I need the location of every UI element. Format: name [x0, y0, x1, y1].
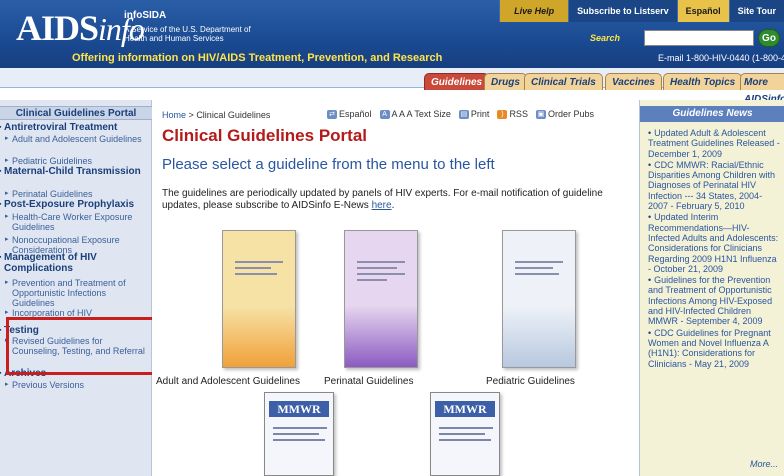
adult-adolescent-guideline-caption[interactable]: Adult and Adolescent Guidelines	[156, 376, 300, 387]
site-header: AIDSinfo infoSIDA A Service of the U.S. …	[0, 0, 784, 68]
sidebar-item-adult-adolescent[interactable]: ▸ Adult and Adolescent Guidelines	[5, 134, 150, 144]
breadcrumb-current: Clinical Guidelines	[196, 110, 271, 120]
tab-drugs[interactable]: Drugs	[484, 73, 527, 90]
sidebar: Clinical Guidelines Portal ▪ Antiretrovir…	[0, 100, 152, 476]
news-item[interactable]: • CDC MMWR: Racial/Ethnic Disparities Amo…	[648, 160, 780, 211]
mmwr-masthead: MMWR	[435, 401, 495, 417]
adult-adolescent-guideline-cover[interactable]	[222, 230, 296, 368]
news-item[interactable]: • Guidelines for the Prevention and Treat…	[648, 275, 780, 326]
tab-health-topics[interactable]: Health Topics	[663, 73, 743, 90]
page-subheading: Please select a guideline from the menu …	[162, 156, 495, 173]
sidebar-title[interactable]: Clinical Guidelines Portal	[0, 106, 152, 120]
news-item[interactable]: • CDC Guidelines for Pregnant Women and N…	[648, 328, 780, 369]
news-item[interactable]: • Updated Adult & Adolescent Treatment Gu…	[648, 128, 780, 159]
print-icon: ▤	[458, 109, 469, 119]
news-item[interactable]: • Updated Interim Recommendations—HIV-Inf…	[648, 212, 780, 274]
search-input[interactable]	[644, 30, 754, 46]
tab-clinical-trials[interactable]: Clinical Trials	[524, 73, 603, 90]
site-tagline: Offering information on HIV/AIDS Treatme…	[72, 52, 443, 64]
hhs-service-line: A Service of the U.S. Department of Heal…	[124, 25, 251, 43]
main-content: Home > Clinical Guidelines ⇄ Español AA A…	[152, 100, 639, 476]
subscribe-listserv-link[interactable]: Subscribe to Listserv	[568, 0, 677, 22]
sidebar-item-pediatric[interactable]: ▸ Pediatric Guidelines	[5, 156, 150, 166]
mmwr-cover-2[interactable]: MMWR	[430, 392, 500, 476]
tab-guidelines[interactable]: Guidelines	[424, 73, 490, 90]
phone-number: 1-800-HIV-0440 (1-800-448-0440)	[686, 53, 784, 63]
perinatal-guideline-caption[interactable]: Perinatal Guidelines	[324, 376, 414, 387]
tab-vaccines[interactable]: Vaccines	[605, 73, 662, 90]
espanol-link[interactable]: Español	[676, 0, 729, 22]
espanol-tool[interactable]: ⇄ Español	[327, 109, 372, 119]
rss-tool[interactable]: ) RSS	[497, 109, 528, 119]
guidelines-news-header: Guidelines News	[640, 106, 784, 122]
breadcrumb-home[interactable]: Home	[162, 110, 186, 120]
order-pubs-tool[interactable]: ▣ Order Pubs	[535, 109, 594, 119]
language-icon: ⇄	[327, 109, 337, 119]
subscribe-here-link[interactable]: here	[372, 200, 392, 211]
pediatric-guideline-caption[interactable]: Pediatric Guidelines	[486, 376, 575, 387]
text-size-tool[interactable]: AA A A Text Size	[379, 109, 451, 119]
intro-paragraph: The guidelines are periodically updated …	[162, 188, 603, 211]
news-more-link[interactable]: More...	[750, 459, 778, 469]
sidebar-item-previous-versions[interactable]: ▸ Previous Versions	[5, 380, 150, 390]
rss-icon: )	[497, 109, 508, 119]
page: AIDSinfo infoSIDA A Service of the U.S. …	[0, 0, 784, 476]
testing-highlight-box	[6, 317, 159, 375]
document-icon: ▣	[535, 109, 546, 119]
live-help-link[interactable]: Live Help	[499, 0, 569, 22]
breadcrumb: Home > Clinical Guidelines	[162, 110, 270, 120]
go-button[interactable]: Go	[758, 29, 780, 47]
perinatal-guideline-cover[interactable]	[344, 230, 418, 368]
guidelines-news-panel: Guidelines News • Updated Adult & Adolesc…	[639, 100, 784, 476]
news-list: • Updated Adult & Adolescent Treatment Gu…	[648, 128, 780, 370]
mmwr-cover-1[interactable]: MMWR	[264, 392, 334, 476]
email-link[interactable]: E-mail	[658, 53, 684, 63]
text-size-icon: A	[379, 109, 390, 119]
mmwr-masthead: MMWR	[269, 401, 329, 417]
sidebar-category-pep[interactable]: ▪ Post-Exposure Prophylaxis	[0, 199, 152, 210]
sidebar-item-opportunistic-infections[interactable]: ▸ Prevention and Treatment of Opportunist…	[5, 278, 150, 308]
breadcrumb-separator: >	[188, 110, 194, 120]
sidebar-category-antiretroviral[interactable]: ▪ Antiretroviral Treatment	[0, 122, 152, 133]
page-title: Clinical Guidelines Portal	[162, 126, 367, 145]
print-tool[interactable]: ▤ Print	[458, 109, 489, 119]
pediatric-guideline-cover[interactable]	[502, 230, 576, 368]
sidebar-category-maternal-child[interactable]: ▪ Maternal-Child Transmission	[0, 166, 152, 177]
infosida-link[interactable]: infoSIDA	[124, 10, 166, 21]
sidebar-item-health-care-worker[interactable]: ▸ Health-Care Worker Exposure Guidelines	[5, 212, 150, 232]
page-tools: ⇄ Español AA A A Text Size ▤ Print ) RSS ▣ O…	[327, 109, 594, 119]
top-links: Live Help Subscribe to Listserv Español …	[499, 0, 784, 22]
site-tour-link[interactable]: Site Tour	[728, 0, 784, 22]
sidebar-item-perinatal[interactable]: ▸ Perinatal Guidelines	[5, 189, 150, 199]
search-label: Search	[590, 33, 621, 43]
tab-more-aidsinfo[interactable]: More AIDSinfo	[740, 73, 784, 105]
sidebar-category-hiv-complications[interactable]: ▪ Management of HIV Complications	[0, 252, 152, 274]
